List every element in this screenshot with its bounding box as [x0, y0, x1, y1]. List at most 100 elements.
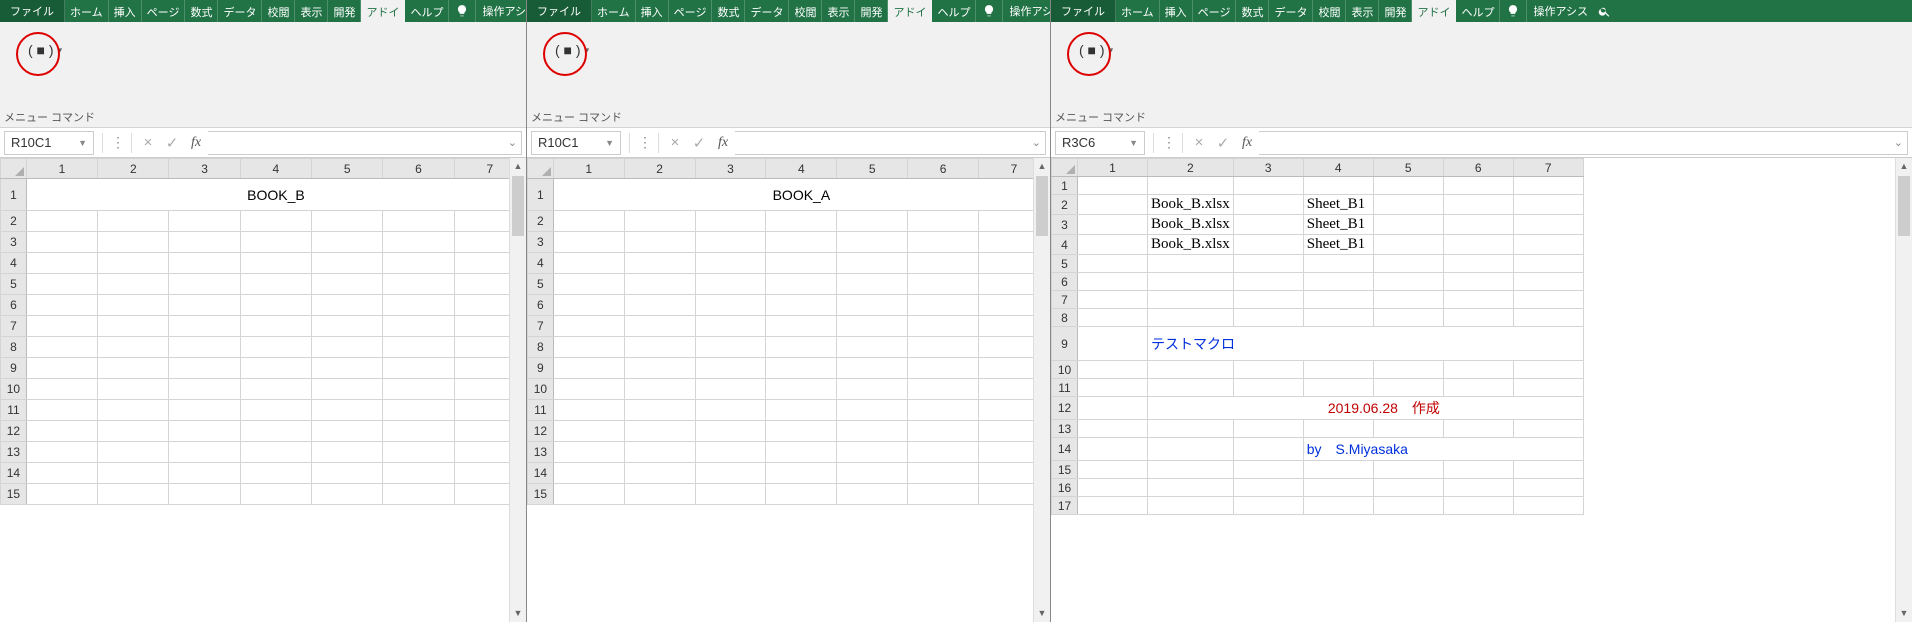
row-header[interactable]: 10	[1, 379, 27, 400]
tell-me-bulb-icon[interactable]	[1500, 0, 1527, 22]
cell[interactable]	[908, 421, 979, 442]
cell[interactable]: Sheet_B1	[1303, 195, 1373, 215]
cell[interactable]	[312, 463, 383, 484]
cell[interactable]	[312, 211, 383, 232]
cell[interactable]	[1373, 273, 1443, 291]
cell[interactable]	[695, 484, 766, 505]
cell[interactable]	[1443, 309, 1513, 327]
cell[interactable]	[553, 316, 624, 337]
scroll-down-icon[interactable]: ▼	[1896, 605, 1912, 622]
col-header[interactable]: 6	[908, 159, 979, 179]
cell[interactable]	[766, 232, 837, 253]
ribbon-tab-2[interactable]: 挿入	[1160, 0, 1193, 22]
cell[interactable]	[240, 232, 311, 253]
operation-assist[interactable]: 操作アシス	[476, 0, 526, 22]
cell[interactable]	[98, 253, 169, 274]
cell[interactable]	[695, 295, 766, 316]
cell[interactable]	[766, 379, 837, 400]
cell[interactable]	[1233, 420, 1303, 438]
cell[interactable]	[1233, 361, 1303, 379]
cell[interactable]	[695, 421, 766, 442]
row-header[interactable]: 13	[1, 442, 27, 463]
cell[interactable]	[1303, 379, 1373, 397]
cell[interactable]	[312, 484, 383, 505]
row-header[interactable]: 15	[528, 484, 554, 505]
cell[interactable]	[26, 358, 97, 379]
col-header[interactable]: 2	[624, 159, 695, 179]
cell[interactable]	[1078, 291, 1148, 309]
ribbon-tab-5[interactable]: データ	[1269, 0, 1313, 22]
cell[interactable]	[553, 379, 624, 400]
col-header[interactable]: 4	[240, 159, 311, 179]
cell[interactable]	[312, 295, 383, 316]
macro-title-cell[interactable]: テストマクロ	[1148, 327, 1584, 361]
cell[interactable]	[383, 421, 454, 442]
cell[interactable]	[383, 316, 454, 337]
expand-formula-icon[interactable]: ⌄	[508, 136, 517, 149]
cell[interactable]	[26, 274, 97, 295]
cell[interactable]	[766, 337, 837, 358]
cell[interactable]	[383, 379, 454, 400]
ribbon-tab-2[interactable]: 挿入	[636, 0, 669, 22]
scroll-up-icon[interactable]: ▲	[510, 158, 526, 175]
cell[interactable]	[1373, 309, 1443, 327]
cell[interactable]	[1078, 361, 1148, 379]
cell[interactable]	[766, 484, 837, 505]
cell[interactable]	[1078, 215, 1148, 235]
cell[interactable]	[553, 484, 624, 505]
scroll-down-icon[interactable]: ▼	[1034, 605, 1050, 622]
row-header[interactable]: 12	[1, 421, 27, 442]
cell[interactable]	[837, 295, 908, 316]
cell[interactable]	[695, 379, 766, 400]
cell[interactable]	[98, 337, 169, 358]
cell[interactable]	[837, 379, 908, 400]
cell[interactable]	[1513, 291, 1583, 309]
cell[interactable]	[908, 379, 979, 400]
addin-record-button[interactable]: ( ■ ) ▾	[1079, 42, 1113, 58]
cell[interactable]	[383, 211, 454, 232]
row-header[interactable]: 5	[1052, 255, 1078, 273]
cell[interactable]	[553, 211, 624, 232]
cell[interactable]	[1148, 309, 1234, 327]
cell[interactable]	[766, 358, 837, 379]
cell[interactable]	[1443, 361, 1513, 379]
cell[interactable]	[1233, 235, 1303, 255]
ribbon-tab-5[interactable]: データ	[745, 0, 789, 22]
col-header[interactable]: 6	[1443, 159, 1513, 177]
spreadsheet-grid[interactable]: 12345671BOOK_B23456789101112131415	[0, 158, 526, 505]
cell[interactable]	[766, 274, 837, 295]
col-header[interactable]: 4	[766, 159, 837, 179]
scroll-down-icon[interactable]: ▼	[510, 605, 526, 622]
cell[interactable]	[553, 463, 624, 484]
row-header[interactable]: 3	[1052, 215, 1078, 235]
cell[interactable]	[240, 379, 311, 400]
row-header[interactable]: 8	[528, 337, 554, 358]
expand-formula-icon[interactable]: ⌄	[1894, 136, 1903, 149]
cell[interactable]	[766, 316, 837, 337]
cell[interactable]	[695, 442, 766, 463]
cell[interactable]	[766, 421, 837, 442]
cell[interactable]	[1373, 420, 1443, 438]
cell[interactable]	[1148, 177, 1234, 195]
cell[interactable]	[383, 484, 454, 505]
row-header[interactable]: 10	[1052, 361, 1078, 379]
row-header[interactable]: 5	[528, 274, 554, 295]
cell[interactable]	[1078, 273, 1148, 291]
cell[interactable]	[1443, 497, 1513, 515]
cell[interactable]	[312, 274, 383, 295]
row-header[interactable]: 6	[528, 295, 554, 316]
cell[interactable]	[695, 232, 766, 253]
cell[interactable]	[169, 337, 240, 358]
row-header[interactable]: 12	[1052, 397, 1078, 420]
row-header[interactable]: 10	[528, 379, 554, 400]
fx-icon[interactable]: fx	[184, 135, 208, 151]
cell[interactable]	[1513, 195, 1583, 215]
cell[interactable]	[908, 232, 979, 253]
cell[interactable]	[766, 211, 837, 232]
row-header[interactable]: 13	[1052, 420, 1078, 438]
cell[interactable]	[624, 211, 695, 232]
cell[interactable]	[695, 358, 766, 379]
cell[interactable]	[1078, 195, 1148, 215]
cell[interactable]	[624, 484, 695, 505]
cell[interactable]	[624, 232, 695, 253]
